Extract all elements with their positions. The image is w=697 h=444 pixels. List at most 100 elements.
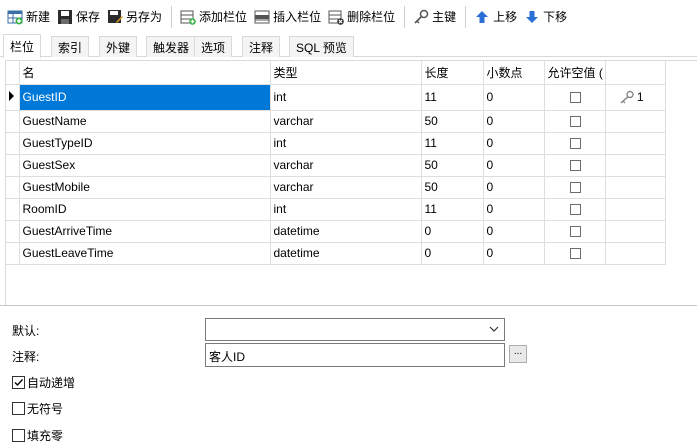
allow-null-cell[interactable] xyxy=(544,242,606,265)
tab-comment[interactable]: 注释 xyxy=(242,36,281,57)
zerofill-option[interactable]: 填充零 xyxy=(12,427,63,444)
tab-bar: 栏位 索引 外键 触发器 选项 注释 SQL 预览 xyxy=(0,33,697,58)
allow-null-checkbox[interactable] xyxy=(569,92,581,104)
add-column-icon xyxy=(180,9,196,25)
allow-null-cell[interactable] xyxy=(544,110,606,133)
field-name-cell[interactable]: GuestLeaveTime xyxy=(19,242,271,265)
field-length-cell[interactable]: 11 xyxy=(421,132,484,155)
field-decimals-cell[interactable]: 0 xyxy=(483,132,545,155)
field-type-cell[interactable]: varchar xyxy=(270,176,422,199)
tab-indexes[interactable]: 索引 xyxy=(51,36,90,57)
field-decimals-cell[interactable]: 0 xyxy=(483,242,545,265)
field-length-cell[interactable]: 11 xyxy=(421,84,484,111)
allow-null-cell[interactable] xyxy=(544,132,606,155)
row-header xyxy=(6,84,20,111)
table-row[interactable]: GuestName varchar 50 0 xyxy=(6,110,666,133)
field-decimals-cell[interactable]: 0 xyxy=(483,110,545,133)
comment-expand-button[interactable]: ... xyxy=(509,345,527,363)
primary-key-label: 主键 xyxy=(432,10,457,24)
field-type-cell[interactable]: varchar xyxy=(270,110,422,133)
new-table-icon xyxy=(7,9,23,25)
field-name-cell[interactable]: GuestArriveTime xyxy=(19,220,271,243)
field-type-cell[interactable]: int xyxy=(270,198,422,221)
field-name-cell[interactable]: GuestMobile xyxy=(19,176,271,199)
toolbar-separator xyxy=(404,5,406,28)
column-header-type[interactable]: 类型 xyxy=(270,61,422,85)
unsigned-checkbox[interactable] xyxy=(12,402,25,415)
field-decimals-cell[interactable]: 0 xyxy=(483,84,545,111)
move-down-button[interactable]: 下移 xyxy=(521,4,571,30)
tab-options[interactable]: 选项 xyxy=(194,36,233,57)
field-name-cell[interactable]: RoomID xyxy=(19,198,271,221)
field-type-cell[interactable]: varchar xyxy=(270,154,422,177)
column-header-name[interactable]: 名 xyxy=(19,61,271,85)
checkmark-icon xyxy=(14,379,24,387)
field-decimals-cell[interactable]: 0 xyxy=(483,220,545,243)
move-up-button[interactable]: 上移 xyxy=(471,4,521,30)
column-header-allow-null[interactable]: 允许空值 ( xyxy=(544,61,606,85)
field-name-cell[interactable]: GuestTypeID xyxy=(19,132,271,155)
table-row[interactable]: GuestArriveTime datetime 0 0 xyxy=(6,220,666,243)
key-cell xyxy=(605,176,666,199)
unsigned-option[interactable]: 无符号 xyxy=(12,400,63,417)
tab-sql-preview[interactable]: SQL 预览 xyxy=(289,36,354,57)
field-length-cell[interactable]: 50 xyxy=(421,110,484,133)
allow-null-cell[interactable] xyxy=(544,220,606,243)
table-row[interactable]: GuestSex varchar 50 0 xyxy=(6,154,666,177)
allow-null-cell[interactable] xyxy=(544,176,606,199)
allow-null-cell[interactable] xyxy=(544,154,606,177)
field-type-cell[interactable]: int xyxy=(270,84,422,111)
allow-null-checkbox[interactable] xyxy=(569,248,581,260)
delete-column-button[interactable]: 删除栏位 xyxy=(325,4,399,30)
tab-columns[interactable]: 栏位 xyxy=(3,34,42,58)
zerofill-checkbox[interactable] xyxy=(12,429,25,442)
comment-input[interactable]: 客人ID xyxy=(205,343,505,367)
allow-null-checkbox[interactable] xyxy=(569,226,581,238)
table-row[interactable]: GuestMobile varchar 50 0 xyxy=(6,176,666,199)
field-type-cell[interactable]: datetime xyxy=(270,242,422,265)
primary-key-button[interactable]: 主键 xyxy=(410,4,460,30)
allow-null-checkbox[interactable] xyxy=(569,204,581,216)
field-type-cell[interactable]: datetime xyxy=(270,220,422,243)
allow-null-cell[interactable] xyxy=(544,84,606,111)
field-length-cell[interactable]: 11 xyxy=(421,198,484,221)
field-type-cell[interactable]: int xyxy=(270,132,422,155)
field-name-cell[interactable]: GuestName xyxy=(19,110,271,133)
column-header-key[interactable] xyxy=(605,61,666,85)
table-row[interactable]: GuestID int 11 0 1 xyxy=(6,84,666,111)
field-length-cell[interactable]: 50 xyxy=(421,154,484,177)
field-name-cell[interactable]: GuestSex xyxy=(19,154,271,177)
move-down-label: 下移 xyxy=(543,10,568,24)
allow-null-checkbox[interactable] xyxy=(569,116,581,128)
column-header-decimals[interactable]: 小数点 xyxy=(483,61,545,85)
new-button[interactable]: 新建 xyxy=(4,4,54,30)
field-decimals-cell[interactable]: 0 xyxy=(483,198,545,221)
save-as-button[interactable]: 另存为 xyxy=(104,4,166,30)
save-button[interactable]: 保存 xyxy=(54,4,104,30)
allow-null-cell[interactable] xyxy=(544,198,606,221)
table-row[interactable]: RoomID int 11 0 xyxy=(6,198,666,221)
add-column-button[interactable]: 添加栏位 xyxy=(177,4,251,30)
column-header-length[interactable]: 长度 xyxy=(421,61,484,85)
field-decimals-cell[interactable]: 0 xyxy=(483,154,545,177)
new-label: 新建 xyxy=(26,10,51,24)
add-column-label: 添加栏位 xyxy=(199,10,248,24)
fields-table: 名 类型 长度 小数点 允许空值 ( GuestID int 11 0 1 Gu… xyxy=(6,61,666,265)
insert-column-button[interactable]: 插入栏位 xyxy=(251,4,325,30)
field-length-cell[interactable]: 0 xyxy=(421,220,484,243)
allow-null-checkbox[interactable] xyxy=(569,160,581,172)
allow-null-checkbox[interactable] xyxy=(569,182,581,194)
allow-null-checkbox[interactable] xyxy=(569,138,581,150)
tab-triggers[interactable]: 触发器 xyxy=(146,36,197,57)
auto-increment-checkbox[interactable] xyxy=(12,376,25,389)
table-row[interactable]: GuestTypeID int 11 0 xyxy=(6,132,666,155)
table-row[interactable]: GuestLeaveTime datetime 0 0 xyxy=(6,242,666,265)
field-name-cell[interactable]: GuestID xyxy=(19,84,271,111)
key-icon xyxy=(413,9,429,25)
tab-foreign-keys[interactable]: 外键 xyxy=(99,36,138,57)
field-decimals-cell[interactable]: 0 xyxy=(483,176,545,199)
field-length-cell[interactable]: 50 xyxy=(421,176,484,199)
default-select[interactable] xyxy=(205,318,505,341)
auto-increment-option[interactable]: 自动递增 xyxy=(12,374,75,391)
field-length-cell[interactable]: 0 xyxy=(421,242,484,265)
